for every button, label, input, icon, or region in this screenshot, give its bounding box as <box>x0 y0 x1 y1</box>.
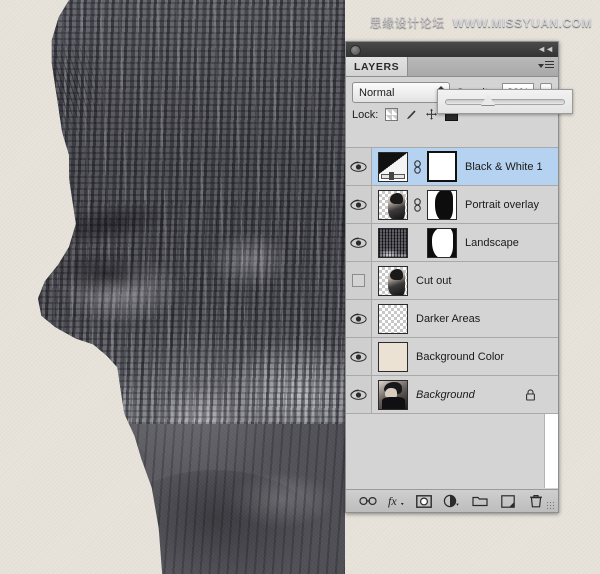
layer-thumbnail-forest[interactable] <box>378 227 408 258</box>
lip-shadow <box>60 440 150 474</box>
hair-wisps <box>37 18 120 158</box>
paintbrush-lock-icon[interactable] <box>405 108 418 121</box>
table-row[interactable]: Cut out <box>346 262 558 300</box>
layers-panel-toolbar[interactable]: fx <box>346 489 558 512</box>
layer-name[interactable]: Background Color <box>416 351 504 363</box>
link-mask-icon[interactable] <box>413 159 422 174</box>
layer-visibility-toggle[interactable] <box>346 338 372 375</box>
eye-icon <box>350 199 367 211</box>
chevron-down-icon <box>538 63 544 68</box>
layer-thumbnails[interactable] <box>372 189 457 220</box>
layer-visibility-toggle[interactable] <box>346 300 372 337</box>
svg-text:fx: fx <box>388 494 397 508</box>
eye-icon <box>350 351 367 363</box>
portrait-silhouette <box>37 0 345 574</box>
panel-close-icon[interactable] <box>350 45 361 56</box>
panel-titlebar[interactable]: ◄◄ <box>346 42 558 57</box>
link-mask-icon[interactable] <box>413 197 422 212</box>
layer-visibility-toggle[interactable] <box>346 148 372 185</box>
new-layer-button[interactable] <box>499 493 517 510</box>
lock-label: Lock: <box>352 108 379 121</box>
layer-visibility-toggle[interactable] <box>346 186 372 223</box>
opacity-slider-track[interactable] <box>445 93 565 105</box>
layer-name[interactable]: Background <box>416 389 475 401</box>
add-layer-mask-button[interactable] <box>415 493 433 510</box>
layer-mask-thumbnail-white[interactable] <box>427 151 457 182</box>
opacity-slider-popup[interactable] <box>437 89 573 114</box>
link-layers-button[interactable] <box>359 493 377 510</box>
table-row[interactable]: Background <box>346 376 558 414</box>
table-row[interactable]: Portrait overlay <box>346 186 558 224</box>
tab-layers[interactable]: LAYERS <box>346 57 409 76</box>
table-row[interactable]: Landscape <box>346 224 558 262</box>
layer-thumbnails[interactable] <box>372 227 457 258</box>
layer-thumbnails[interactable] <box>372 265 408 296</box>
layer-thumbnail-portrait-cutout[interactable] <box>378 265 408 296</box>
layer-thumbnail-transparent[interactable] <box>378 303 408 334</box>
table-row[interactable]: Black & White 1 <box>346 148 558 186</box>
layer-thumbnail-portrait-photo[interactable] <box>378 379 408 410</box>
eye-icon <box>350 237 367 249</box>
layer-name[interactable]: Cut out <box>416 275 451 287</box>
new-adjustment-layer-button[interactable] <box>443 493 461 510</box>
table-row[interactable]: Darker Areas <box>346 300 558 338</box>
layer-thumbnail-bw-adjustment[interactable] <box>378 151 408 182</box>
layer-thumbnail-portrait-cutout[interactable] <box>378 189 408 220</box>
watermark-en: WWW.MISSYUAN.COM <box>452 15 592 30</box>
layer-mask-thumbnail-portrait[interactable] <box>427 189 457 220</box>
layer-thumbnails[interactable] <box>372 379 408 410</box>
layer-thumbnails[interactable] <box>372 151 457 182</box>
eye-icon <box>350 161 367 173</box>
opacity-slider-thumb[interactable] <box>481 93 496 105</box>
layer-list[interactable]: Black & White 1 Portrait overlay Landsca… <box>346 147 558 488</box>
eye-off-icon <box>352 274 365 287</box>
resize-grip-icon[interactable] <box>546 501 555 510</box>
blend-mode-select[interactable]: Normal <box>352 82 451 103</box>
hamburger-icon <box>545 61 554 70</box>
new-group-button[interactable] <box>471 493 489 510</box>
layer-thumbnails[interactable] <box>372 341 408 372</box>
layer-visibility-toggle[interactable] <box>346 262 372 299</box>
layer-thumbnails[interactable] <box>372 303 408 334</box>
layer-name[interactable]: Black & White 1 <box>465 161 543 173</box>
eye-icon <box>350 313 367 325</box>
eye-socket-shadow <box>55 250 160 298</box>
link-mask-spacer <box>413 236 422 250</box>
collapse-to-icons-icon[interactable]: ◄◄ <box>537 44 554 54</box>
watermark-cn: 思缘设计论坛 <box>369 16 445 30</box>
layer-mask-thumbnail-landscape[interactable] <box>427 227 457 258</box>
eye-icon <box>350 389 367 401</box>
layers-panel[interactable]: ◄◄ LAYERS Normal Opacity: 30% Lock: <box>345 41 573 513</box>
lock-icon <box>525 389 536 404</box>
watermark: 思缘设计论坛 WWW.MISSYUAN.COM <box>370 14 592 31</box>
layer-thumbnail-solid-cream[interactable] <box>378 341 408 372</box>
layer-visibility-toggle[interactable] <box>346 376 372 413</box>
panel-menu-button[interactable] <box>538 61 554 70</box>
layer-style-button[interactable]: fx <box>387 493 405 510</box>
nose-shadow <box>37 345 117 415</box>
table-row[interactable]: Background Color <box>346 338 558 376</box>
layer-name[interactable]: Landscape <box>465 237 519 249</box>
panel-tabstrip[interactable]: LAYERS <box>346 57 558 77</box>
blend-mode-value: Normal <box>359 86 395 99</box>
transparency-lock-icon[interactable] <box>385 108 399 121</box>
layer-visibility-toggle[interactable] <box>346 224 372 261</box>
layer-name[interactable]: Darker Areas <box>416 313 480 325</box>
delete-layer-button[interactable] <box>527 493 545 510</box>
layer-name[interactable]: Portrait overlay <box>465 199 539 211</box>
